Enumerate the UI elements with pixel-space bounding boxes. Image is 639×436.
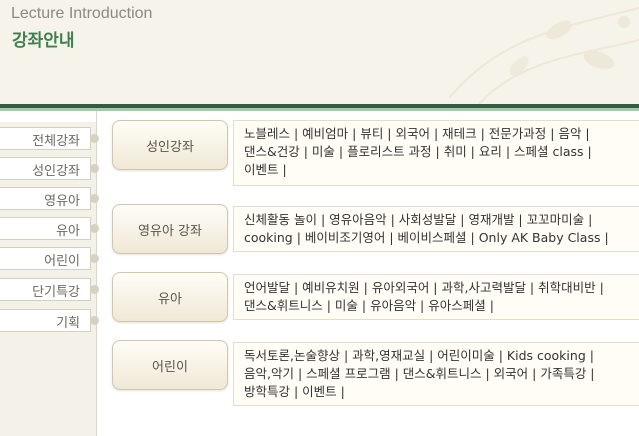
sidebar-item-label: 성인강좌 [32,164,80,179]
sidebar-item-children[interactable]: 어린이 [0,247,91,270]
page-title-ko: 강좌안내 [12,31,75,51]
sidebar-item-label: 기획 [56,316,80,331]
category-button-label: 영유아 강좌 [138,224,202,239]
sidebar-bullet-icon [90,194,99,203]
page-title-en: Lecture Introduction [11,5,153,22]
sidebar-bullet-icon [90,285,99,294]
sidebar-bullet-icon [90,254,99,263]
course-list-children: 독서토론,논술향상 | 과학,영재교실 | 어린이미술 | Kids cooki… [233,342,639,406]
category-button-label: 성인강좌 [146,140,194,155]
sidebar-item-all[interactable]: 전체강좌 [0,127,91,150]
sidebar-item-adult[interactable]: 성인강좌 [0,157,91,180]
category-button-adult[interactable]: 성인강좌 [112,120,228,170]
sidebar-item-label: 영유아 [44,194,80,209]
sidebar-divider [96,111,97,436]
sidebar-bullet-icon [90,164,99,173]
category-button-label: 유아 [158,292,182,307]
course-list-text[interactable]: 신체활동 놀이 | 영유아음악 | 사회성발달 | 영재개발 | 꼬꼬마미술 |… [244,211,636,247]
sidebar-item-toddler[interactable]: 유아 [0,217,91,240]
sidebar-item-label: 유아 [56,224,80,239]
category-button-infant[interactable]: 영유아 강좌 [112,204,228,254]
page-header: Lecture Introduction 강좌안내 [0,0,639,104]
category-button-label: 어린이 [152,360,188,375]
course-list-text[interactable]: 노블레스 | 예비엄마 | 뷰티 | 외국어 | 재테크 | 전문가과정 | 음… [244,125,636,179]
sidebar-bullet-icon [90,316,99,325]
course-list-toddler: 언어발달 | 예비유치원 | 유아외국어 | 과학,사고력발달 | 취학대비반 … [233,274,639,320]
sidebar-item-short-term[interactable]: 단기특강 [0,278,91,301]
category-button-toddler[interactable]: 유아 [112,272,228,322]
leaf-decoration [448,7,639,104]
course-list-text[interactable]: 언어발달 | 예비유치원 | 유아외국어 | 과학,사고력발달 | 취학대비반 … [244,279,636,315]
sidebar-bullet-icon [90,224,99,233]
course-list-adult: 노블레스 | 예비엄마 | 뷰티 | 외국어 | 재테크 | 전문가과정 | 음… [233,120,639,186]
sidebar-item-infant[interactable]: 영유아 [0,187,91,210]
sidebar-item-label: 단기특강 [32,285,80,300]
sidebar-item-label: 전체강좌 [32,134,80,149]
category-button-children[interactable]: 어린이 [112,340,228,390]
course-list-infant: 신체활동 놀이 | 영유아음악 | 사회성발달 | 영재개발 | 꼬꼬마미술 |… [233,206,639,252]
sidebar-item-planned[interactable]: 기획 [0,309,91,332]
sidebar-item-label: 어린이 [44,254,80,269]
course-list-text[interactable]: 독서토론,논술향상 | 과학,영재교실 | 어린이미술 | Kids cooki… [244,347,636,401]
sidebar-bullet-icon [90,134,99,143]
